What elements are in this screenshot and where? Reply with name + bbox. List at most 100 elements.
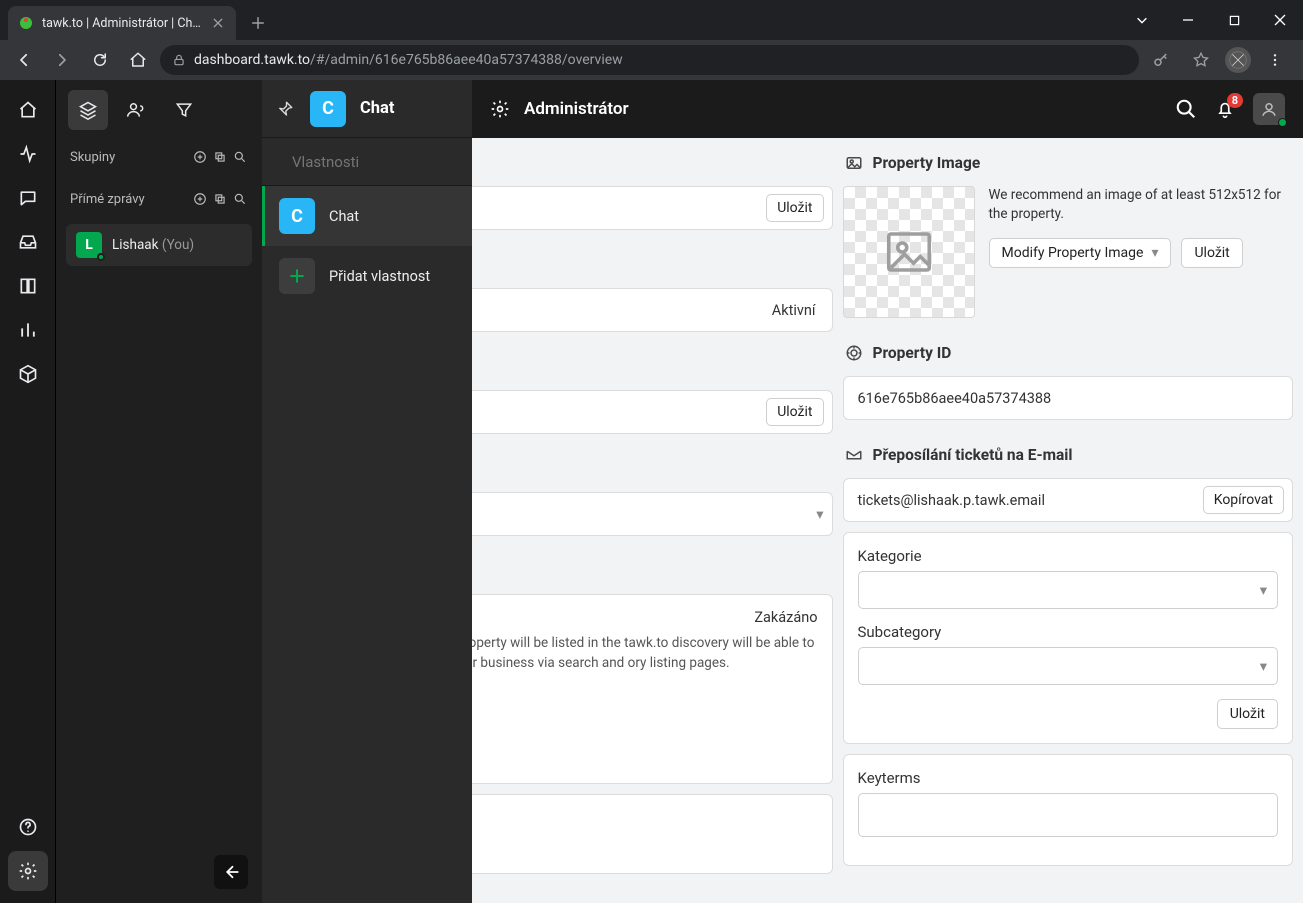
- groups-header: Skupiny: [70, 142, 248, 172]
- plus-icon: [279, 258, 315, 294]
- status-section-head: atus: [472, 240, 833, 278]
- image-hint: We recommend an image of at least 512x51…: [989, 186, 1294, 224]
- region-section-head: egion: [472, 444, 833, 482]
- subcategory-label: Subcategory: [858, 623, 1279, 641]
- back-button[interactable]: [8, 44, 40, 76]
- chevron-down-icon: ▾: [816, 506, 823, 523]
- email-row[interactable]: tickets@lishaak.p.tawk.email Kopírovat: [843, 478, 1294, 522]
- page-title: Administrátor: [524, 99, 629, 119]
- modify-image-button[interactable]: Modify Property Image▾: [989, 238, 1172, 268]
- menu-icon[interactable]: [1259, 44, 1291, 76]
- save-name-button[interactable]: Uložit: [766, 194, 823, 222]
- property-item-badge: C: [279, 198, 315, 234]
- image-section-head: Property Image: [843, 138, 1294, 176]
- region-select[interactable]: ▾: [472, 492, 833, 536]
- pg-tab-filter[interactable]: [164, 90, 204, 130]
- forward-button: [46, 44, 78, 76]
- subcategory-select[interactable]: ▾: [858, 647, 1279, 685]
- property-search[interactable]: [262, 138, 472, 186]
- property-item-label: Chat: [329, 208, 359, 225]
- lock-icon: [172, 53, 186, 67]
- notification-badge: 8: [1227, 93, 1243, 108]
- image-thumbnail[interactable]: [843, 186, 975, 318]
- search-dm-icon[interactable]: [232, 191, 248, 207]
- category-select[interactable]: ▾: [858, 571, 1279, 609]
- reload-button[interactable]: [84, 44, 116, 76]
- address-bar[interactable]: dashboard.tawk.to/#/admin/616e765b86aee4…: [160, 45, 1139, 75]
- rail-kb[interactable]: [8, 266, 48, 306]
- url-text: dashboard.tawk.to/#/admin/616e765b86aee4…: [194, 52, 623, 68]
- window-chevron-icon[interactable]: [1119, 0, 1165, 40]
- notifications-button[interactable]: 8: [1215, 99, 1235, 119]
- save-category-button[interactable]: Uložit: [1217, 699, 1278, 729]
- extra-card-left: [472, 794, 833, 874]
- email-value: tickets@lishaak.p.tawk.email: [858, 492, 1203, 509]
- rail-help[interactable]: [8, 807, 48, 847]
- user-avatar[interactable]: [1253, 93, 1285, 125]
- chevron-down-icon: ▾: [1260, 582, 1267, 599]
- search-group-icon[interactable]: [232, 149, 248, 165]
- property-title: Chat: [360, 99, 394, 118]
- close-tab-icon[interactable]: [210, 15, 226, 31]
- close-window-button[interactable]: [1257, 0, 1303, 40]
- rail-reports[interactable]: [8, 310, 48, 350]
- save-url-button[interactable]: Uložit: [766, 398, 823, 426]
- profile-avatar[interactable]: [1225, 47, 1251, 73]
- discovery-status: Zakázáno: [754, 609, 817, 626]
- properties-panel: C Chat C Chat Přidat vlastnost: [262, 80, 472, 903]
- rail-settings[interactable]: [8, 851, 48, 891]
- status-value: Aktivní: [472, 302, 824, 319]
- dm-label: Přímé zprávy: [70, 192, 145, 207]
- rail-chat[interactable]: [8, 178, 48, 218]
- keyterms-label: Keyterms: [858, 769, 1279, 787]
- copy-button[interactable]: Kopírovat: [1203, 486, 1284, 514]
- left-column: ame Uložit atus Aktivní L Uložit: [472, 138, 833, 903]
- right-column: Property Image We recommend an image of …: [843, 138, 1294, 903]
- dm-header: Přímé zprávy: [70, 184, 248, 214]
- rail-home[interactable]: [8, 90, 48, 130]
- home-button[interactable]: [122, 44, 154, 76]
- property-badge: C: [310, 91, 346, 127]
- add-property-item[interactable]: Přidat vlastnost: [262, 246, 472, 306]
- maximize-button[interactable]: [1211, 0, 1257, 40]
- key-icon[interactable]: [1145, 44, 1177, 76]
- rail-addons[interactable]: [8, 354, 48, 394]
- new-tab-button[interactable]: [244, 9, 272, 37]
- keyterms-input[interactable]: [858, 793, 1279, 837]
- copy-group-icon[interactable]: [212, 149, 228, 165]
- save-image-button[interactable]: Uložit: [1181, 238, 1242, 268]
- search-icon[interactable]: [1175, 98, 1197, 120]
- pin-icon[interactable]: [276, 100, 296, 118]
- url-section-head: L: [472, 342, 833, 380]
- url-input-row[interactable]: Uložit: [472, 390, 833, 434]
- status-row[interactable]: Aktivní: [472, 288, 833, 332]
- chevron-down-icon: ▾: [1260, 658, 1267, 675]
- gear-icon[interactable]: [490, 99, 510, 119]
- pg-tab-people[interactable]: [116, 90, 156, 130]
- name-input-row[interactable]: Uložit: [472, 186, 833, 230]
- pg-tab-layers[interactable]: [68, 90, 108, 130]
- discovery-desc: ature this property will be listed in th…: [472, 634, 818, 673]
- browser-toolbar: dashboard.tawk.to/#/admin/616e765b86aee4…: [0, 40, 1303, 80]
- add-group-icon[interactable]: [192, 149, 208, 165]
- dm-name: Lishaak (You): [112, 237, 194, 253]
- property-item-chat[interactable]: C Chat: [262, 186, 472, 246]
- property-search-input[interactable]: [292, 153, 491, 171]
- star-icon[interactable]: [1185, 44, 1217, 76]
- collapse-panel-button[interactable]: [214, 855, 248, 889]
- minimize-button[interactable]: [1165, 0, 1211, 40]
- browser-tab[interactable]: tawk.to | Administrátor | Chat | O: [8, 6, 236, 40]
- dm-avatar: L: [76, 232, 102, 258]
- add-dm-icon[interactable]: [192, 191, 208, 207]
- groups-panel: Skupiny Přímé zprávy L Lishaak (You): [56, 80, 262, 903]
- groups-label: Skupiny: [70, 150, 115, 165]
- rail-inbox[interactable]: [8, 222, 48, 262]
- copy-dm-icon[interactable]: [212, 191, 228, 207]
- dm-item-self[interactable]: L Lishaak (You): [66, 224, 252, 266]
- rail-activity[interactable]: [8, 134, 48, 174]
- email-section-head: Přeposílání ticketů na E-mail: [843, 430, 1294, 468]
- property-id-row[interactable]: 616e765b86aee40a57374388: [843, 376, 1294, 420]
- id-section-head: Property ID: [843, 328, 1294, 366]
- add-property-label: Přidat vlastnost: [329, 268, 430, 285]
- main-area: Administrátor 8 ame: [472, 80, 1303, 903]
